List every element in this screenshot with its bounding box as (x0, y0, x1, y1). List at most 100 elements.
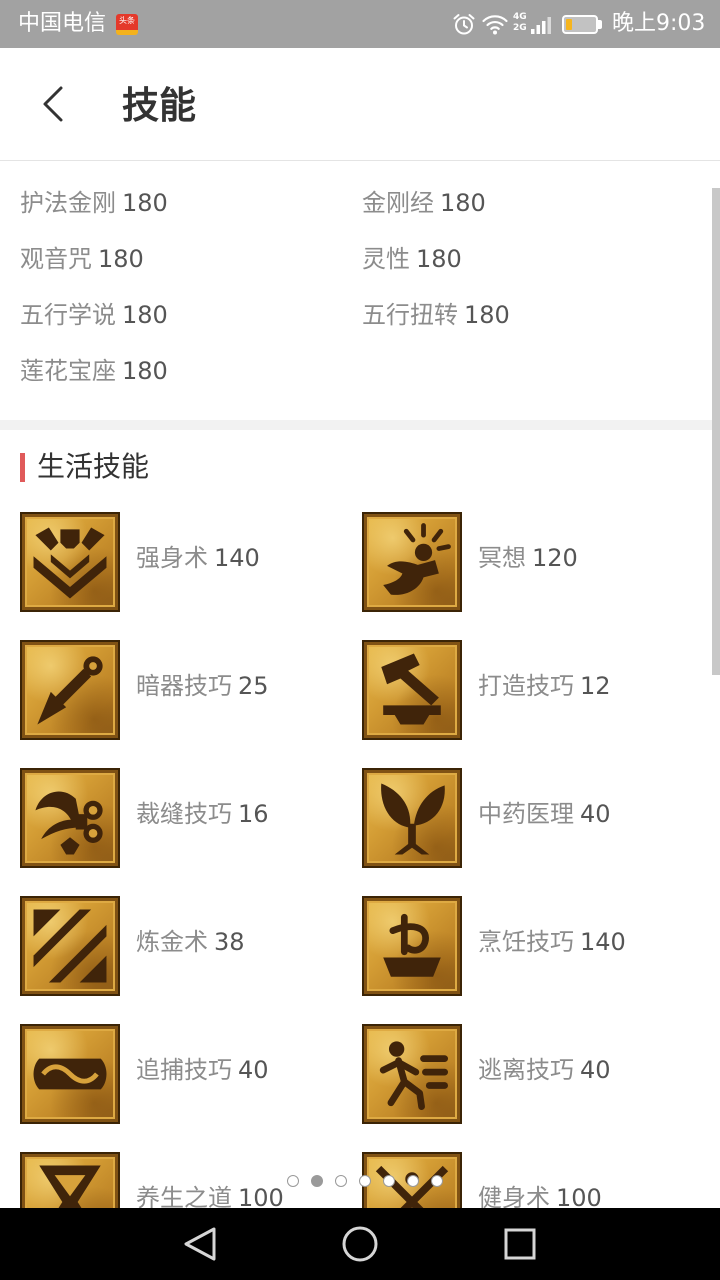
hammer-anvil-icon (362, 640, 462, 740)
life-skill-name: 逃离技巧 (478, 1056, 574, 1084)
back-button[interactable] (29, 78, 77, 130)
skill-level: 180 (122, 357, 168, 385)
page-dot (407, 1175, 419, 1187)
skill-level: 180 (122, 189, 168, 217)
page-indicator (287, 1175, 443, 1187)
skill-level: 180 (464, 301, 510, 329)
skill-item: 五行扭转 180 (362, 299, 692, 355)
life-skill-label: 健身术 100 (478, 1184, 602, 1208)
life-skill-level: 12 (580, 672, 611, 700)
cooking-pot-icon (362, 896, 462, 996)
life-skill-item[interactable]: 逃离技巧 40 (362, 1024, 704, 1124)
skill-item: 金刚经 180 (362, 187, 692, 243)
nav-recents-button[interactable] (480, 1208, 560, 1280)
skill-name: 莲花宝座 (20, 357, 116, 385)
skill-level: 180 (122, 301, 168, 329)
herb-icon (362, 768, 462, 868)
life-skill-level: 100 (556, 1184, 602, 1208)
life-skill-item[interactable]: 中药医理 40 (362, 768, 704, 868)
skill-name: 灵性 (362, 245, 410, 273)
page-dot (383, 1175, 395, 1187)
skill-item: 护法金刚 180 (20, 187, 362, 243)
skill-level: 180 (416, 245, 462, 273)
running-man-icon (362, 1024, 462, 1124)
dart-icon (20, 640, 120, 740)
life-skill-label: 逃离技巧 40 (478, 1056, 611, 1084)
battery-level-fill (566, 19, 573, 30)
skill-name: 五行扭转 (362, 301, 458, 329)
life-skill-item[interactable]: 裁缝技巧 16 (20, 768, 362, 868)
skill-item: 观音咒 180 (20, 243, 362, 299)
life-skill-label: 追捕技巧 40 (136, 1056, 269, 1084)
status-bar: 中国电信 头条 4G 2G 晚上9:03 (0, 0, 720, 48)
network-type-sim2: 2G (513, 23, 527, 33)
rope-icon (20, 1024, 120, 1124)
alchemy-icon (20, 896, 120, 996)
carrier-name: 中国电信 (18, 11, 107, 36)
life-skill-name: 养生之道 (136, 1184, 232, 1208)
life-skill-label: 中药医理 40 (478, 800, 611, 828)
life-skill-name: 打造技巧 (478, 672, 574, 700)
nav-recents-icon (504, 1228, 536, 1260)
life-skill-level: 140 (214, 544, 260, 572)
scrollbar[interactable] (712, 188, 720, 675)
life-skill-name: 追捕技巧 (136, 1056, 232, 1084)
page-dot (359, 1175, 371, 1187)
skill-name: 五行学说 (20, 301, 116, 329)
life-skill-name: 冥想 (478, 544, 526, 572)
life-skill-level: 40 (580, 800, 611, 828)
life-skill-item[interactable]: 烹饪技巧 140 (362, 896, 704, 996)
life-skill-item[interactable]: 强身术 140 (20, 512, 362, 612)
life-skill-level: 38 (214, 928, 245, 956)
life-skill-level: 100 (238, 1184, 284, 1208)
life-skill-name: 暗器技巧 (136, 672, 232, 700)
nav-back-button[interactable] (160, 1208, 240, 1280)
life-skill-level: 40 (238, 1056, 269, 1084)
life-skill-item[interactable]: 冥想 120 (362, 512, 704, 612)
life-skill-name: 烹饪技巧 (478, 928, 574, 956)
life-skill-label: 炼金术 38 (136, 928, 245, 956)
navigation-bar (0, 1208, 720, 1280)
app-screen: 中国电信 头条 4G 2G 晚上9:03 技能 护法金刚 180 金刚经 180… (0, 0, 720, 1280)
life-skill-level: 25 (238, 672, 269, 700)
vessel-icon (20, 1152, 120, 1208)
life-skill-item[interactable]: 追捕技巧 40 (20, 1024, 362, 1124)
life-skill-item[interactable]: 炼金术 38 (20, 896, 362, 996)
life-skill-name: 中药医理 (478, 800, 574, 828)
section-divider (0, 420, 720, 430)
battery-cap (598, 20, 602, 29)
life-skill-label: 烹饪技巧 140 (478, 928, 626, 956)
nav-home-button[interactable] (320, 1208, 400, 1280)
life-skill-name: 炼金术 (136, 928, 208, 956)
signal-icon (531, 17, 551, 34)
skill-item: 灵性 180 (362, 243, 692, 299)
life-skill-level: 140 (580, 928, 626, 956)
toutiao-app-icon: 头条 (116, 14, 138, 35)
life-skill-label: 裁缝技巧 16 (136, 800, 269, 828)
life-skills-section: 生活技能 强身术 140 冥想 120 暗器技巧 25 打造技巧 12 裁缝技巧… (0, 430, 720, 1208)
skill-level: 180 (98, 245, 144, 273)
page-title: 技能 (122, 84, 196, 127)
skill-level: 180 (440, 189, 486, 217)
life-skills-grid: 强身术 140 冥想 120 暗器技巧 25 打造技巧 12 裁缝技巧 16 中… (20, 512, 704, 1208)
alarm-icon (453, 14, 475, 35)
life-skill-item[interactable]: 暗器技巧 25 (20, 640, 362, 740)
section-accent-bar (20, 453, 25, 482)
life-skill-label: 打造技巧 12 (478, 672, 611, 700)
life-skill-name: 裁缝技巧 (136, 800, 232, 828)
page-dot (335, 1175, 347, 1187)
life-skill-level: 40 (580, 1056, 611, 1084)
life-skill-item[interactable]: 打造技巧 12 (362, 640, 704, 740)
life-skill-level: 16 (238, 800, 269, 828)
life-skill-label: 强身术 140 (136, 544, 260, 572)
skill-item: 莲花宝座 180 (20, 355, 362, 411)
life-skill-label: 养生之道 100 (136, 1184, 284, 1208)
scissors-icon (20, 768, 120, 868)
wifi-icon (482, 15, 508, 35)
skill-name: 护法金刚 (20, 189, 116, 217)
life-skill-name: 强身术 (136, 544, 208, 572)
battery-icon (562, 15, 598, 34)
page-dot-active (311, 1175, 323, 1187)
life-skill-level: 120 (532, 544, 578, 572)
skills-section: 护法金刚 180 金刚经 180 观音咒 180 灵性 180 五行学说 180 五行扭转… (0, 161, 720, 420)
